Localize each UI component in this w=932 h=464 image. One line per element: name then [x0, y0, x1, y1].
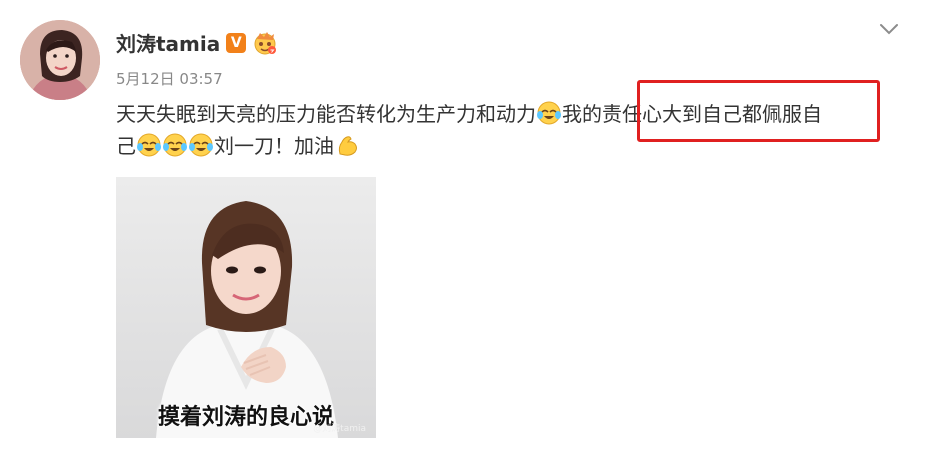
laughing-tears-emoji [137, 133, 161, 157]
highlight-box [637, 80, 880, 142]
laughing-tears-emoji [189, 133, 213, 157]
username-link[interactable]: 刘涛tamia [116, 28, 220, 57]
username-row: 刘涛tamia V [116, 28, 278, 57]
laughing-tears-emoji [163, 133, 187, 157]
post-timestamp[interactable]: 5月12日 03:57 [116, 68, 223, 89]
post-text-line2-end: 刘一刀！加油 [214, 134, 334, 158]
laughing-tears-emoji [537, 101, 561, 125]
chevron-down-icon[interactable] [879, 22, 899, 36]
flexed-biceps-emoji [338, 136, 357, 156]
post-text-line1: 天天失眠到天亮的压力能否转化为生产力和动力 [116, 102, 536, 126]
crown-face-icon [254, 31, 277, 54]
post-text-line2-start: 己 [116, 134, 136, 158]
image-watermark: @刘涛tamia [313, 424, 366, 434]
post-image[interactable]: 摸着刘涛的良心说 @刘涛tamia [116, 177, 376, 438]
verified-v-icon: V [226, 32, 247, 53]
avatar[interactable] [20, 20, 100, 100]
